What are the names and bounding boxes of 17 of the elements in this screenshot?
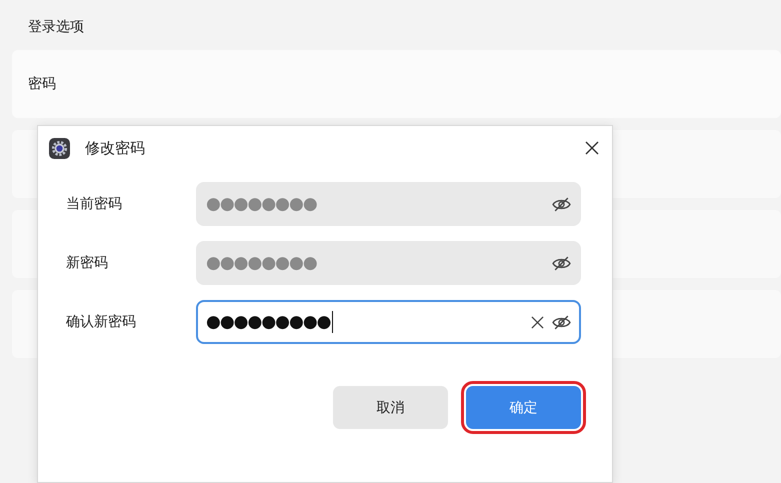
close-icon xyxy=(585,141,599,155)
field-value: ●●●●●●●●● xyxy=(206,312,331,332)
password-field[interactable]: ●●●●●●●●● xyxy=(196,300,581,344)
field-value: ●●●●●●●● xyxy=(206,253,317,273)
section-title: 登录选项 xyxy=(27,18,85,37)
cancel-button[interactable]: 取消 xyxy=(333,386,448,429)
dialog-title: 修改密码 xyxy=(85,138,146,158)
field-label: 当前密码 xyxy=(66,195,123,213)
settings-card[interactable]: 密码 xyxy=(12,50,781,118)
confirm-button[interactable]: 确定 xyxy=(466,386,581,429)
gear-icon xyxy=(49,138,70,158)
field-label: 确认新密码 xyxy=(66,313,137,331)
card-label: 密码 xyxy=(28,75,56,93)
eye-slash-icon[interactable] xyxy=(552,314,571,330)
field-label: 新密码 xyxy=(66,254,109,272)
field-value: ●●●●●●●● xyxy=(206,194,317,214)
clear-icon[interactable] xyxy=(531,316,544,328)
